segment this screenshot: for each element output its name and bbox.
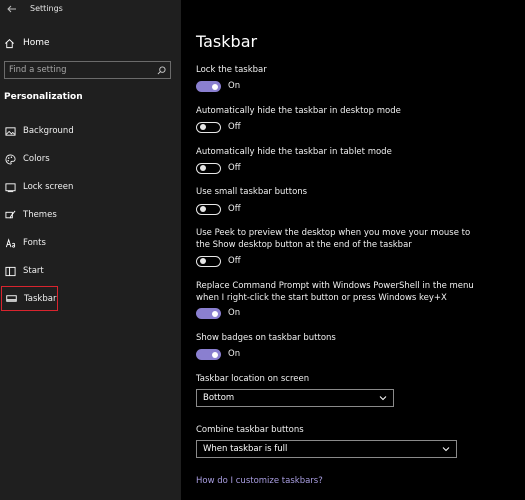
select-value: Bottom	[203, 393, 235, 403]
search-input[interactable]	[9, 64, 149, 76]
sidebar-item-taskbar[interactable]: Taskbar	[1, 286, 58, 311]
main-content: Taskbar Lock the taskbar On Automaticall…	[181, 0, 525, 500]
setting-label: Replace Command Prompt with Windows Powe…	[196, 281, 474, 291]
home-icon	[5, 38, 14, 48]
home-button[interactable]: Home	[4, 36, 174, 50]
sidebar-item-label: Background	[23, 126, 74, 136]
page-title: Taskbar	[196, 32, 258, 51]
toggle-state: On	[228, 349, 241, 359]
taskbar-location-select[interactable]: Bottom	[196, 389, 394, 407]
small-buttons-toggle[interactable]	[196, 204, 221, 215]
setting-label: Automatically hide the taskbar in tablet…	[196, 147, 392, 157]
combine-buttons-select[interactable]: When taskbar is full	[196, 440, 457, 458]
lock-taskbar-toggle[interactable]	[196, 81, 221, 92]
toggle-state: On	[228, 308, 241, 318]
back-arrow-icon[interactable]	[6, 3, 18, 15]
sidebar-item-label: Colors	[23, 154, 50, 164]
sidebar-item-label: Themes	[23, 210, 57, 220]
setting-label: Use small taskbar buttons	[196, 187, 308, 197]
sidebar-item-label: Lock screen	[23, 182, 74, 192]
toggle-knob	[199, 124, 206, 130]
home-label: Home	[23, 38, 50, 48]
toggle-knob	[212, 351, 218, 358]
setting-label: Automatically hide the taskbar in deskto…	[196, 106, 401, 116]
auto-hide-desktop-toggle[interactable]	[196, 122, 221, 133]
setting-label: Combine taskbar buttons	[196, 425, 304, 435]
start-icon	[5, 266, 16, 276]
taskbar-icon	[6, 295, 17, 302]
sidebar-item-themes[interactable]: Themes	[1, 205, 179, 225]
toggle-knob	[199, 206, 206, 212]
section-title: Personalization	[4, 92, 83, 102]
sidebar-item-fonts[interactable]: Fonts	[1, 233, 179, 253]
setting-label: Lock the taskbar	[196, 65, 267, 75]
sidebar-item-lock-screen[interactable]: Lock screen	[1, 177, 179, 197]
app-title: Settings	[30, 4, 63, 13]
toggle-knob	[199, 165, 206, 171]
peek-toggle[interactable]	[196, 256, 221, 267]
font-icon	[5, 237, 16, 248]
chevron-down-icon	[379, 396, 387, 401]
sidebar-item-start[interactable]: Start	[1, 261, 179, 281]
sidebar-item-label: Fonts	[23, 238, 46, 248]
auto-hide-tablet-toggle[interactable]	[196, 163, 221, 174]
toggle-knob	[212, 83, 218, 90]
sidebar-item-colors[interactable]: Colors	[1, 149, 179, 169]
badges-toggle[interactable]	[196, 349, 221, 360]
sidebar: Settings Home Personalization Background…	[0, 0, 181, 500]
powershell-toggle[interactable]	[196, 308, 221, 319]
lock-screen-icon	[5, 182, 16, 192]
setting-label: Use Peek to preview the desktop when you…	[196, 228, 471, 238]
chevron-down-icon	[442, 447, 450, 452]
setting-label: Taskbar location on screen	[196, 374, 310, 384]
sidebar-item-background[interactable]: Background	[1, 121, 179, 141]
search-icon[interactable]	[157, 66, 166, 75]
sidebar-item-label: Taskbar	[24, 293, 57, 304]
toggle-state: On	[228, 81, 241, 91]
picture-icon	[5, 126, 16, 136]
title-bar: Settings	[0, 0, 181, 20]
help-link[interactable]: How do I customize taskbars?	[196, 476, 323, 486]
toggle-state: Off	[228, 204, 241, 214]
toggle-state: Off	[228, 122, 241, 132]
search-box[interactable]	[4, 61, 171, 79]
toggle-state: Off	[228, 256, 241, 266]
toggle-knob	[212, 310, 218, 317]
sidebar-item-label: Start	[23, 266, 44, 276]
brush-icon	[5, 210, 16, 218]
setting-label: when I right-click the start button or p…	[196, 293, 447, 303]
setting-label: the Show desktop button at the end of th…	[196, 240, 412, 250]
toggle-state: Off	[228, 163, 241, 173]
setting-label: Show badges on taskbar buttons	[196, 333, 336, 343]
select-value: When taskbar is full	[203, 444, 288, 454]
toggle-knob	[199, 258, 206, 264]
palette-icon	[5, 154, 16, 164]
